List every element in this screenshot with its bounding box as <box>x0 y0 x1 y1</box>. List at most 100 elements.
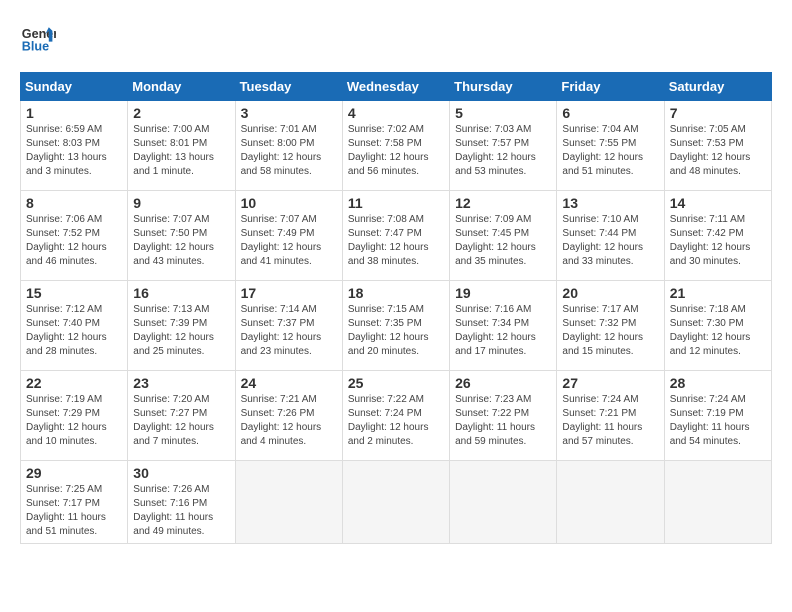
day-number: 8 <box>26 195 122 211</box>
weekday-header-sunday: Sunday <box>21 73 128 101</box>
calendar-cell: 30 Sunrise: 7:26 AM Sunset: 7:16 PM Dayli… <box>128 461 235 544</box>
cell-info: Sunrise: 7:08 AM Sunset: 7:47 PM Dayligh… <box>348 213 444 269</box>
day-number: 25 <box>348 375 444 391</box>
day-number: 21 <box>670 285 766 301</box>
cell-info: Sunrise: 7:17 AM Sunset: 7:32 PM Dayligh… <box>562 303 658 359</box>
calendar-cell <box>450 461 557 544</box>
calendar-cell: 24 Sunrise: 7:21 AM Sunset: 7:26 PM Dayli… <box>235 371 342 461</box>
calendar-cell: 23 Sunrise: 7:20 AM Sunset: 7:27 PM Dayli… <box>128 371 235 461</box>
calendar-cell: 12 Sunrise: 7:09 AM Sunset: 7:45 PM Dayli… <box>450 191 557 281</box>
calendar-cell <box>235 461 342 544</box>
calendar-cell: 9 Sunrise: 7:07 AM Sunset: 7:50 PM Daylig… <box>128 191 235 281</box>
cell-info: Sunrise: 7:13 AM Sunset: 7:39 PM Dayligh… <box>133 303 229 359</box>
cell-info: Sunrise: 7:02 AM Sunset: 7:58 PM Dayligh… <box>348 123 444 179</box>
calendar-cell: 15 Sunrise: 7:12 AM Sunset: 7:40 PM Dayli… <box>21 281 128 371</box>
cell-info: Sunrise: 7:14 AM Sunset: 7:37 PM Dayligh… <box>241 303 337 359</box>
cell-info: Sunrise: 7:03 AM Sunset: 7:57 PM Dayligh… <box>455 123 551 179</box>
calendar-cell: 4 Sunrise: 7:02 AM Sunset: 7:58 PM Daylig… <box>342 101 449 191</box>
calendar-cell: 18 Sunrise: 7:15 AM Sunset: 7:35 PM Dayli… <box>342 281 449 371</box>
calendar-cell <box>342 461 449 544</box>
day-number: 14 <box>670 195 766 211</box>
day-number: 18 <box>348 285 444 301</box>
weekday-header-tuesday: Tuesday <box>235 73 342 101</box>
calendar-cell: 13 Sunrise: 7:10 AM Sunset: 7:44 PM Dayli… <box>557 191 664 281</box>
calendar-cell: 5 Sunrise: 7:03 AM Sunset: 7:57 PM Daylig… <box>450 101 557 191</box>
logo: General Blue <box>20 20 60 56</box>
weekday-header-monday: Monday <box>128 73 235 101</box>
calendar-cell <box>557 461 664 544</box>
calendar-cell: 26 Sunrise: 7:23 AM Sunset: 7:22 PM Dayli… <box>450 371 557 461</box>
day-number: 6 <box>562 105 658 121</box>
cell-info: Sunrise: 7:25 AM Sunset: 7:17 PM Dayligh… <box>26 483 122 539</box>
day-number: 5 <box>455 105 551 121</box>
cell-info: Sunrise: 7:19 AM Sunset: 7:29 PM Dayligh… <box>26 393 122 449</box>
calendar-cell: 17 Sunrise: 7:14 AM Sunset: 7:37 PM Dayli… <box>235 281 342 371</box>
day-number: 27 <box>562 375 658 391</box>
cell-info: Sunrise: 7:09 AM Sunset: 7:45 PM Dayligh… <box>455 213 551 269</box>
day-number: 30 <box>133 465 229 481</box>
cell-info: Sunrise: 7:07 AM Sunset: 7:50 PM Dayligh… <box>133 213 229 269</box>
calendar-cell: 21 Sunrise: 7:18 AM Sunset: 7:30 PM Dayli… <box>664 281 771 371</box>
day-number: 3 <box>241 105 337 121</box>
cell-info: Sunrise: 7:11 AM Sunset: 7:42 PM Dayligh… <box>670 213 766 269</box>
calendar-cell: 1 Sunrise: 6:59 AM Sunset: 8:03 PM Daylig… <box>21 101 128 191</box>
cell-info: Sunrise: 7:15 AM Sunset: 7:35 PM Dayligh… <box>348 303 444 359</box>
calendar-cell: 11 Sunrise: 7:08 AM Sunset: 7:47 PM Dayli… <box>342 191 449 281</box>
day-number: 13 <box>562 195 658 211</box>
weekday-header-friday: Friday <box>557 73 664 101</box>
calendar-cell: 6 Sunrise: 7:04 AM Sunset: 7:55 PM Daylig… <box>557 101 664 191</box>
day-number: 1 <box>26 105 122 121</box>
day-number: 22 <box>26 375 122 391</box>
cell-info: Sunrise: 7:04 AM Sunset: 7:55 PM Dayligh… <box>562 123 658 179</box>
cell-info: Sunrise: 7:10 AM Sunset: 7:44 PM Dayligh… <box>562 213 658 269</box>
calendar-cell: 20 Sunrise: 7:17 AM Sunset: 7:32 PM Dayli… <box>557 281 664 371</box>
calendar-cell: 10Sunrise: 7:07 AM Sunset: 7:49 PM Dayli… <box>235 191 342 281</box>
weekday-header-thursday: Thursday <box>450 73 557 101</box>
day-number: 7 <box>670 105 766 121</box>
cell-info: Sunrise: 7:12 AM Sunset: 7:40 PM Dayligh… <box>26 303 122 359</box>
cell-info: Sunrise: 7:00 AM Sunset: 8:01 PM Dayligh… <box>133 123 229 179</box>
calendar-cell: 16 Sunrise: 7:13 AM Sunset: 7:39 PM Dayli… <box>128 281 235 371</box>
cell-info: Sunrise: 7:07 AM Sunset: 7:49 PM Dayligh… <box>241 213 337 269</box>
cell-info: Sunrise: 7:26 AM Sunset: 7:16 PM Dayligh… <box>133 483 229 539</box>
day-number: 17 <box>241 285 337 301</box>
cell-info: Sunrise: 7:23 AM Sunset: 7:22 PM Dayligh… <box>455 393 551 449</box>
calendar-cell: 2 Sunrise: 7:00 AM Sunset: 8:01 PM Daylig… <box>128 101 235 191</box>
cell-info: Sunrise: 7:01 AM Sunset: 8:00 PM Dayligh… <box>241 123 337 179</box>
weekday-header-wednesday: Wednesday <box>342 73 449 101</box>
cell-info: Sunrise: 6:59 AM Sunset: 8:03 PM Dayligh… <box>26 123 122 179</box>
cell-info: Sunrise: 7:18 AM Sunset: 7:30 PM Dayligh… <box>670 303 766 359</box>
day-number: 2 <box>133 105 229 121</box>
cell-info: Sunrise: 7:24 AM Sunset: 7:19 PM Dayligh… <box>670 393 766 449</box>
day-number: 9 <box>133 195 229 211</box>
day-number: 11 <box>348 195 444 211</box>
weekday-header-saturday: Saturday <box>664 73 771 101</box>
day-number: 12 <box>455 195 551 211</box>
day-number: 29 <box>26 465 122 481</box>
calendar-cell: 27 Sunrise: 7:24 AM Sunset: 7:21 PM Dayli… <box>557 371 664 461</box>
day-number: 4 <box>348 105 444 121</box>
day-number: 23 <box>133 375 229 391</box>
cell-info: Sunrise: 7:06 AM Sunset: 7:52 PM Dayligh… <box>26 213 122 269</box>
calendar-cell: 19 Sunrise: 7:16 AM Sunset: 7:34 PM Dayli… <box>450 281 557 371</box>
cell-info: Sunrise: 7:22 AM Sunset: 7:24 PM Dayligh… <box>348 393 444 449</box>
svg-text:Blue: Blue <box>22 40 49 54</box>
cell-info: Sunrise: 7:16 AM Sunset: 7:34 PM Dayligh… <box>455 303 551 359</box>
calendar-cell: 14 Sunrise: 7:11 AM Sunset: 7:42 PM Dayli… <box>664 191 771 281</box>
day-number: 16 <box>133 285 229 301</box>
calendar-cell: 28Sunrise: 7:24 AM Sunset: 7:19 PM Dayli… <box>664 371 771 461</box>
day-number: 24 <box>241 375 337 391</box>
logo-icon: General Blue <box>20 20 56 56</box>
day-number: 26 <box>455 375 551 391</box>
day-number: 20 <box>562 285 658 301</box>
calendar-cell <box>664 461 771 544</box>
cell-info: Sunrise: 7:05 AM Sunset: 7:53 PM Dayligh… <box>670 123 766 179</box>
calendar-table: SundayMondayTuesdayWednesdayThursdayFrid… <box>20 72 772 544</box>
calendar-cell: 8 Sunrise: 7:06 AM Sunset: 7:52 PM Daylig… <box>21 191 128 281</box>
day-number: 19 <box>455 285 551 301</box>
cell-info: Sunrise: 7:24 AM Sunset: 7:21 PM Dayligh… <box>562 393 658 449</box>
day-number: 15 <box>26 285 122 301</box>
cell-info: Sunrise: 7:20 AM Sunset: 7:27 PM Dayligh… <box>133 393 229 449</box>
cell-info: Sunrise: 7:21 AM Sunset: 7:26 PM Dayligh… <box>241 393 337 449</box>
page-header: General Blue <box>20 20 772 56</box>
